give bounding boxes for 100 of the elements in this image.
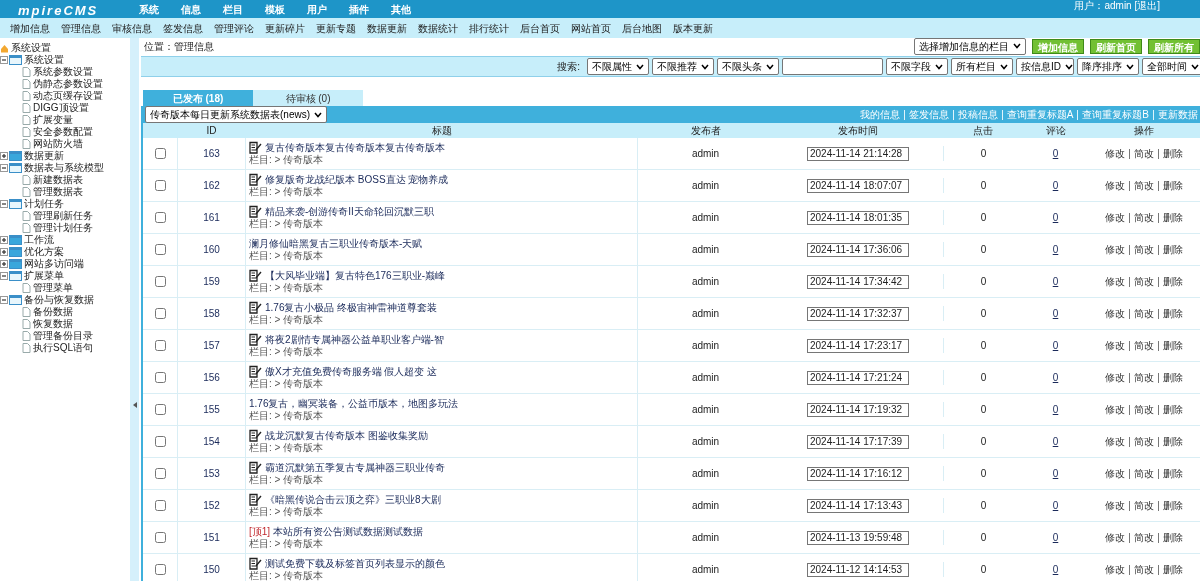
row-action-link[interactable]: 简改 bbox=[1134, 466, 1154, 481]
row-action-link[interactable]: 修改 bbox=[1105, 178, 1125, 193]
row-action-link[interactable]: 简改 bbox=[1134, 242, 1154, 257]
comments-link[interactable]: 0 bbox=[1023, 466, 1088, 481]
row-action-link[interactable]: 删除 bbox=[1163, 146, 1183, 161]
row-action-link[interactable]: 修改 bbox=[1105, 210, 1125, 225]
tab[interactable]: 待审核 (0) bbox=[253, 90, 363, 106]
comments-link[interactable]: 0 bbox=[1023, 498, 1088, 513]
submenu-link[interactable]: 后台地图 bbox=[622, 20, 662, 36]
time-field[interactable]: 2024-11-14 17:34:42 bbox=[807, 274, 909, 289]
tree-root[interactable]: 系统设置 bbox=[11, 42, 51, 54]
tree-item[interactable]: 网站防火墙 bbox=[33, 138, 83, 150]
minus-folder-icon[interactable] bbox=[0, 199, 22, 209]
submenu-link[interactable]: 数据统计 bbox=[418, 20, 458, 36]
row-action-link[interactable]: 简改 bbox=[1134, 434, 1154, 449]
row-action-link[interactable]: 删除 bbox=[1163, 530, 1183, 545]
row-action-link[interactable]: 删除 bbox=[1163, 562, 1183, 577]
tree-item[interactable]: 管理刷新任务 bbox=[33, 210, 93, 222]
submenu-link[interactable]: 排行统计 bbox=[469, 20, 509, 36]
row-checkbox[interactable] bbox=[154, 276, 166, 287]
comments-link[interactable]: 0 bbox=[1023, 274, 1088, 289]
row-action-link[interactable]: 删除 bbox=[1163, 178, 1183, 193]
submenu-link[interactable]: 后台首页 bbox=[520, 20, 560, 36]
tree-item[interactable]: 伪静态参数设置 bbox=[33, 78, 103, 90]
submenu-link[interactable]: 签发信息 bbox=[163, 20, 203, 36]
title-link[interactable]: 本站所有资公告测试数据测试数据 bbox=[273, 525, 424, 538]
plus-folder-icon[interactable] bbox=[0, 151, 22, 161]
plus-folder-icon[interactable] bbox=[0, 235, 22, 245]
submenu-link[interactable]: 增加信息 bbox=[10, 20, 50, 36]
time-field[interactable]: 2024-11-14 17:21:24 bbox=[807, 370, 909, 385]
submenu-link[interactable]: 更新专题 bbox=[316, 20, 356, 36]
dropdown[interactable]: 不限字段 bbox=[886, 58, 948, 75]
tree-item[interactable]: 管理菜单 bbox=[33, 282, 73, 294]
row-checkbox[interactable] bbox=[154, 340, 166, 351]
row-action-link[interactable]: 修改 bbox=[1105, 274, 1125, 289]
submenu-link[interactable]: 网站首页 bbox=[571, 20, 611, 36]
comments-link[interactable]: 0 bbox=[1023, 562, 1088, 577]
row-action-link[interactable]: 修改 bbox=[1105, 306, 1125, 321]
row-action-link[interactable]: 简改 bbox=[1134, 498, 1154, 513]
tree-folder[interactable]: 系统设置 bbox=[24, 54, 64, 66]
row-action-link[interactable]: 删除 bbox=[1163, 210, 1183, 225]
title-link[interactable]: 精品来袭-创游传奇II天命轮回沉默三职 bbox=[265, 206, 434, 218]
row-checkbox[interactable] bbox=[154, 212, 166, 223]
title-link[interactable]: 将夜2剧情专属神器公益单职业客户端-智 bbox=[265, 334, 444, 346]
title-link[interactable]: 1.76复古，幽冥装备，公益币版本，地图多玩法 bbox=[249, 397, 459, 410]
dropdown[interactable]: 按信息ID bbox=[1016, 58, 1074, 75]
tree-item[interactable]: 管理计划任务 bbox=[33, 222, 93, 234]
tree-folder[interactable]: 备份与恢复数据 bbox=[24, 294, 94, 306]
title-link[interactable]: 【大风毕业端】复古特色176三职业-巅峰 bbox=[265, 270, 445, 282]
time-field[interactable]: 2024-11-14 17:16:12 bbox=[807, 466, 909, 481]
row-action-link[interactable]: 修改 bbox=[1105, 434, 1125, 449]
tree-item[interactable]: 动态页缓存设置 bbox=[33, 90, 103, 102]
row-action-link[interactable]: 删除 bbox=[1163, 306, 1183, 321]
row-action-link[interactable]: 简改 bbox=[1134, 178, 1154, 193]
comments-link[interactable]: 0 bbox=[1023, 146, 1088, 161]
row-action-link[interactable]: 简改 bbox=[1134, 370, 1154, 385]
row-action-link[interactable]: 简改 bbox=[1134, 210, 1154, 225]
comments-link[interactable]: 0 bbox=[1023, 402, 1088, 417]
row-checkbox[interactable] bbox=[154, 372, 166, 383]
row-action-link[interactable]: 简改 bbox=[1134, 146, 1154, 161]
minus-folder-icon[interactable] bbox=[0, 55, 22, 65]
submenu-link[interactable]: 管理评论 bbox=[214, 20, 254, 36]
row-action-link[interactable]: 简改 bbox=[1134, 306, 1154, 321]
time-field[interactable]: 2024-11-14 17:17:39 bbox=[807, 434, 909, 449]
time-field[interactable]: 2024-11-14 21:14:28 bbox=[807, 146, 909, 161]
row-action-link[interactable]: 删除 bbox=[1163, 242, 1183, 257]
comments-link[interactable]: 0 bbox=[1023, 370, 1088, 385]
tree-item[interactable]: 管理备份目录 bbox=[33, 330, 93, 342]
row-checkbox[interactable] bbox=[154, 244, 166, 255]
dropdown[interactable]: 所有栏目 bbox=[951, 58, 1013, 75]
row-checkbox[interactable] bbox=[154, 180, 166, 191]
row-action-link[interactable]: 简改 bbox=[1134, 402, 1154, 417]
tree-folder[interactable]: 数据更新 bbox=[24, 150, 64, 162]
comments-link[interactable]: 0 bbox=[1023, 338, 1088, 353]
tree-folder[interactable]: 数据表与系统模型 bbox=[24, 162, 104, 174]
time-field[interactable]: 2024-11-14 17:36:06 bbox=[807, 242, 909, 257]
plus-folder-icon[interactable] bbox=[0, 259, 22, 269]
row-action-link[interactable]: 简改 bbox=[1134, 274, 1154, 289]
tree-item[interactable]: 备份数据 bbox=[33, 306, 73, 318]
row-action-link[interactable]: 修改 bbox=[1105, 466, 1125, 481]
row-checkbox[interactable] bbox=[154, 532, 166, 543]
minus-folder-icon[interactable] bbox=[0, 271, 22, 281]
title-link[interactable]: 战龙沉默复古传奇版本 图鉴收集奖励 bbox=[265, 430, 428, 442]
row-action-link[interactable]: 删除 bbox=[1163, 370, 1183, 385]
tree-item[interactable]: 安全参数配置 bbox=[33, 126, 93, 138]
title-link[interactable]: 《暗黑传说合击云顶之弈》三职业8大剧 bbox=[265, 494, 441, 506]
time-field[interactable]: 2024-11-14 18:01:35 bbox=[807, 210, 909, 225]
tree-item[interactable]: 恢复数据 bbox=[33, 318, 73, 330]
row-action-link[interactable]: 删除 bbox=[1163, 402, 1183, 417]
row-checkbox[interactable] bbox=[154, 436, 166, 447]
comments-link[interactable]: 0 bbox=[1023, 306, 1088, 321]
row-checkbox[interactable] bbox=[154, 404, 166, 415]
comments-link[interactable]: 0 bbox=[1023, 210, 1088, 225]
title-link[interactable]: 1.76复古小极品 终极宙神雷神道尊套装 bbox=[265, 302, 438, 314]
row-action-link[interactable]: 修改 bbox=[1105, 402, 1125, 417]
title-link[interactable]: 澜月修仙暗黑复古三职业传奇版本-天赋 bbox=[249, 237, 423, 250]
dropdown[interactable]: 不限属性 bbox=[587, 58, 649, 75]
title-link[interactable]: 傲X才充值免费传奇服务端 假人超变 这 bbox=[265, 366, 438, 378]
time-field[interactable]: 2024-11-14 17:32:37 bbox=[807, 306, 909, 321]
title-link[interactable]: 复古传奇版本复古传奇版本复古传奇版本 bbox=[265, 142, 445, 154]
